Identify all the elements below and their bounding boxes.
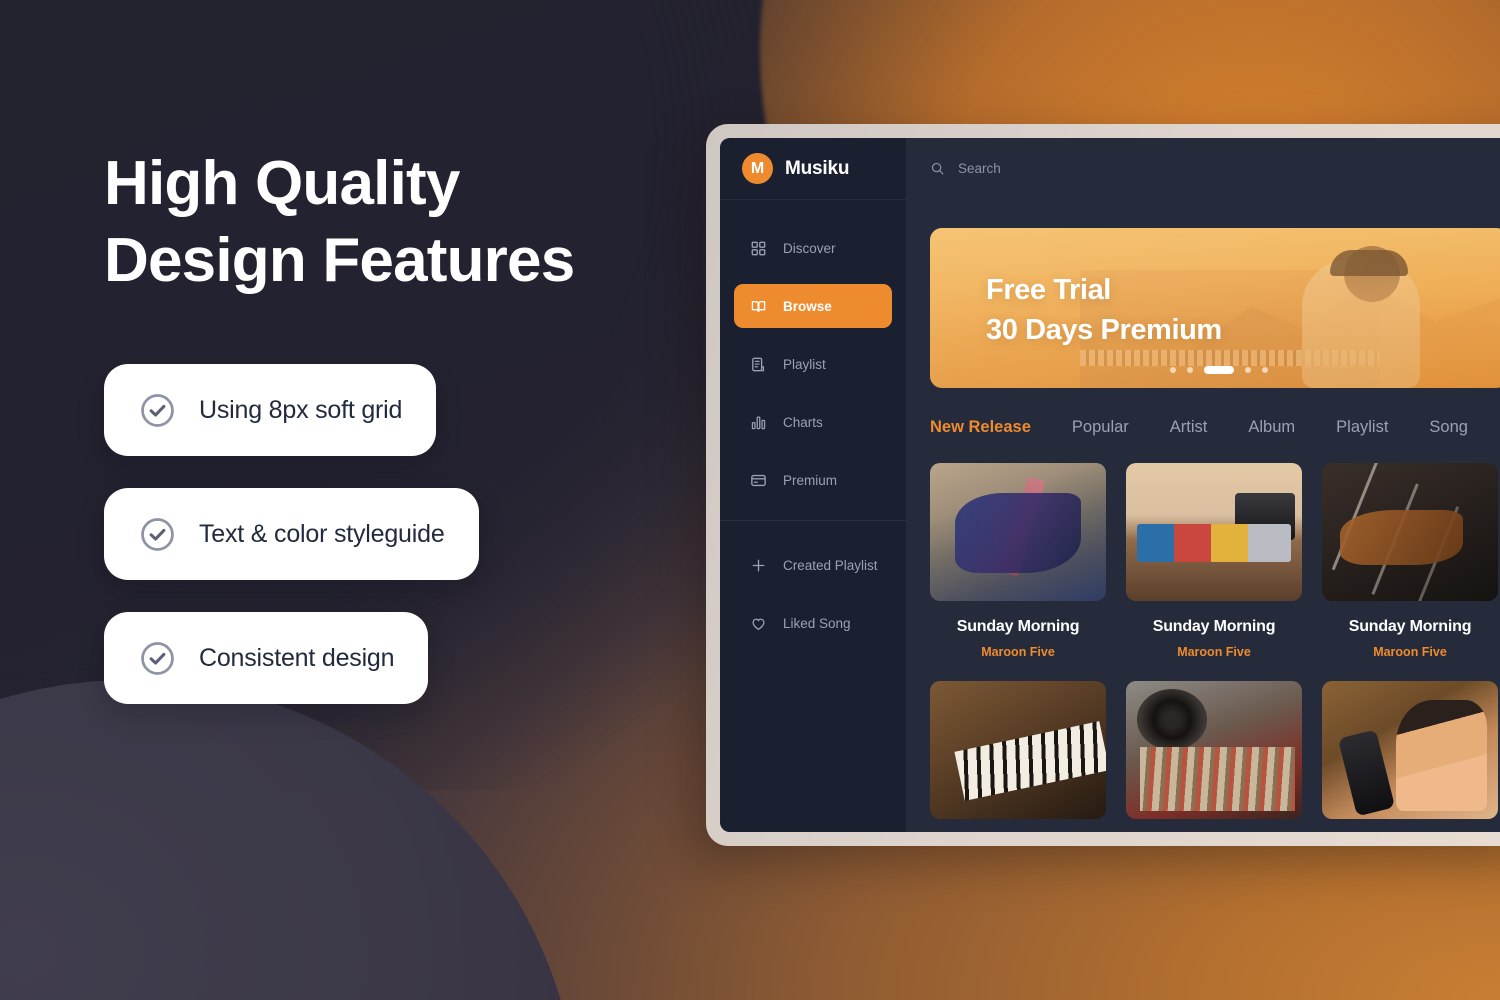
brand-name: Musiku xyxy=(785,157,850,179)
promo-banner-text: Free Trial 30 Days Premium xyxy=(986,270,1222,350)
card-icon xyxy=(751,474,766,486)
song-card-artist: Maroon Five xyxy=(981,645,1055,659)
tab-playlist[interactable]: Playlist xyxy=(1336,418,1388,437)
song-card-thumbnail[interactable] xyxy=(930,681,1106,819)
carousel-dot-5[interactable] xyxy=(1262,367,1268,373)
song-card-thumbnail[interactable] xyxy=(1322,463,1498,601)
carousel-dot-1[interactable] xyxy=(1170,367,1176,373)
song-card[interactable] xyxy=(930,681,1106,819)
song-card[interactable]: Sunday Morning Maroon Five xyxy=(930,463,1106,659)
feature-pill-2: Text & color styleguide xyxy=(104,488,479,580)
vinyl-records-photo xyxy=(1126,681,1302,819)
search-placeholder: Search xyxy=(958,161,1001,176)
marketing-panel: High Quality Design Features Using 8px s… xyxy=(0,0,700,1000)
song-card[interactable]: Sunday Morning Maroon Five xyxy=(1322,463,1498,659)
search-icon xyxy=(931,162,944,175)
search-input[interactable]: Search xyxy=(906,138,1500,199)
song-card-thumbnail[interactable] xyxy=(1126,463,1302,601)
song-card-artist: Maroon Five xyxy=(1177,645,1251,659)
orchestra-strings-photo xyxy=(1322,463,1498,601)
sidebar-item-premium[interactable]: Premium xyxy=(734,458,892,502)
bar-chart-icon xyxy=(751,415,766,429)
promo-banner-line-1: Free Trial xyxy=(986,274,1111,306)
sidebar-item-created-playlist-label: Created Playlist xyxy=(783,557,878,573)
grid-icon xyxy=(751,241,766,255)
sidebar-item-discover-label: Discover xyxy=(783,240,836,256)
sidebar-item-charts-label: Charts xyxy=(783,414,823,430)
check-circle-icon xyxy=(141,641,174,675)
song-card-grid: Sunday Morning Maroon Five Sunday Mornin… xyxy=(930,463,1500,819)
device-frame: M Musiku Search Discover Browse Playlist… xyxy=(706,124,1500,846)
tab-song[interactable]: Song xyxy=(1429,418,1468,437)
playlist-icon xyxy=(752,357,765,371)
carousel-dot-4[interactable] xyxy=(1245,367,1251,373)
plus-icon xyxy=(752,559,765,571)
check-circle-icon xyxy=(141,393,174,427)
sidebar-item-browse[interactable]: Browse xyxy=(734,284,892,328)
headline-line-2: Design Features xyxy=(104,225,575,295)
feature-pill-1-label: Using 8px soft grid xyxy=(199,395,403,424)
song-card-thumbnail[interactable] xyxy=(930,463,1106,601)
song-card-artist: Maroon Five xyxy=(1373,645,1447,659)
promo-banner-line-2: 30 Days Premium xyxy=(986,314,1222,347)
sidebar-item-browse-label: Browse xyxy=(783,298,832,314)
song-card-thumbnail[interactable] xyxy=(1126,681,1302,819)
check-circle-icon xyxy=(141,517,174,551)
sidebar-item-created-playlist[interactable]: Created Playlist xyxy=(734,543,892,587)
song-card-title: Sunday Morning xyxy=(1348,618,1472,635)
tab-new-release[interactable]: New Release xyxy=(930,418,1031,437)
feature-pill-3-label: Consistent design xyxy=(199,643,395,672)
logo-badge-icon: M xyxy=(742,153,773,184)
page-title: High Quality Design Features xyxy=(104,146,664,300)
sidebar-item-playlist-label: Playlist xyxy=(783,356,826,372)
song-card[interactable] xyxy=(1126,681,1302,819)
sidebar-item-liked-song-label: Liked Song xyxy=(783,615,851,631)
sidebar-item-playlist[interactable]: Playlist xyxy=(734,342,892,386)
sidebar-item-liked-song[interactable]: Liked Song xyxy=(734,601,892,645)
sidebar-item-premium-label: Premium xyxy=(783,472,838,488)
feature-pill-3: Consistent design xyxy=(104,612,429,704)
carousel-dot-3-active[interactable] xyxy=(1204,366,1234,374)
tab-album[interactable]: Album xyxy=(1248,418,1295,437)
singer-microphone-photo xyxy=(1322,681,1498,819)
carousel-dot-2[interactable] xyxy=(1187,367,1193,373)
carousel-dots[interactable] xyxy=(1170,366,1268,374)
promo-banner[interactable]: Free Trial 30 Days Premium xyxy=(930,228,1500,388)
piano-hands-photo xyxy=(930,681,1106,819)
heart-icon xyxy=(752,618,765,630)
song-card-title: Sunday Morning xyxy=(956,618,1080,635)
song-card-thumbnail[interactable] xyxy=(1322,681,1498,819)
category-tabs: New Release Popular Artist Album Playlis… xyxy=(930,418,1500,437)
song-card-title: Sunday Morning xyxy=(1152,618,1276,635)
sidebar-item-charts[interactable]: Charts xyxy=(734,400,892,444)
song-card[interactable] xyxy=(1322,681,1498,819)
feature-pill-1: Using 8px soft grid xyxy=(104,364,437,456)
feature-pill-2-label: Text & color styleguide xyxy=(199,519,445,548)
sidebar-item-discover[interactable]: Discover xyxy=(734,226,892,270)
tab-popular[interactable]: Popular xyxy=(1072,418,1129,437)
app-topbar: M Musiku Search xyxy=(720,138,1500,200)
song-card[interactable]: Sunday Morning Maroon Five xyxy=(1126,463,1302,659)
tab-artist[interactable]: Artist xyxy=(1170,418,1208,437)
content-area: Free Trial 30 Days Premium New Release P… xyxy=(906,200,1500,832)
sidebar-divider xyxy=(720,520,906,521)
brand-logo[interactable]: M Musiku xyxy=(720,138,906,199)
music-app-window: M Musiku Search Discover Browse Playlist… xyxy=(720,138,1500,832)
headline-line-1: High Quality xyxy=(104,149,460,218)
cassette-tapes-photo xyxy=(1126,463,1302,601)
sidebar: Discover Browse Playlist Charts Premium … xyxy=(720,200,906,832)
guitar-player-photo xyxy=(930,463,1106,601)
book-open-icon xyxy=(751,300,766,312)
